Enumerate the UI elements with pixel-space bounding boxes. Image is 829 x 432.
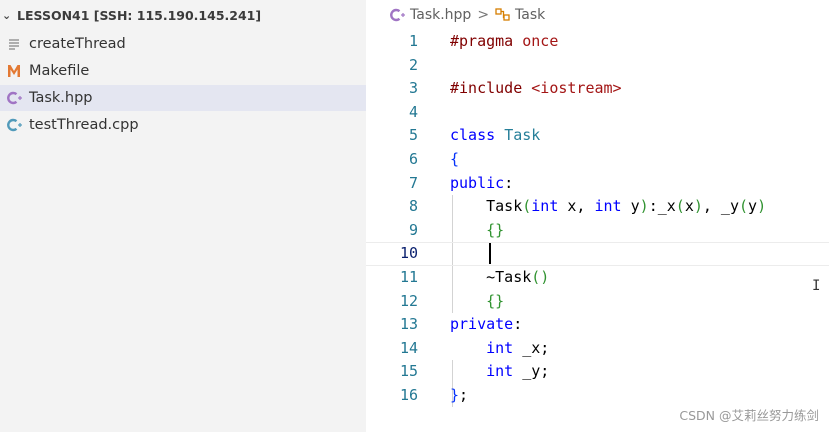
code-line[interactable]: 8 Task(int x, int y):_x(x), _y(y) — [366, 195, 829, 219]
line-number: 10 — [399, 244, 418, 263]
line-number: 3 — [408, 79, 418, 98]
code-text: private: — [450, 315, 523, 334]
chevron-down-icon: ⌄ — [2, 8, 12, 22]
cpp-header-icon — [6, 90, 22, 106]
breadcrumb-file[interactable]: Task.hpp — [410, 7, 471, 23]
line-number: 9 — [408, 220, 418, 239]
line-number: 16 — [399, 386, 418, 404]
code-text: ~Task() — [450, 268, 550, 286]
line-number: 15 — [399, 362, 418, 381]
file-name: Makefile — [29, 63, 90, 79]
code-line[interactable]: 15 int _y; — [366, 360, 829, 384]
line-number: 13 — [399, 315, 418, 334]
makefile-icon — [6, 63, 22, 79]
cpp-file-icon — [6, 117, 22, 133]
line-number: 11 — [399, 268, 418, 286]
file-item-testthread-cpp[interactable]: testThread.cpp — [0, 112, 366, 138]
class-symbol-icon — [495, 8, 511, 22]
file-item-createthread[interactable]: createThread — [0, 31, 366, 57]
breadcrumb-separator: > — [477, 7, 490, 23]
code-text: int _x; — [486, 338, 550, 357]
code-line[interactable]: 14 int _x; — [366, 337, 829, 361]
cpp-header-icon — [390, 8, 405, 22]
code-text: #include <iostream> — [450, 79, 622, 98]
code-line[interactable]: 9 {} — [366, 219, 829, 243]
code-line[interactable]: 4 — [366, 101, 829, 125]
code-text: int _y; — [486, 362, 550, 381]
code-line[interactable]: 7 public: — [366, 172, 829, 196]
watermark: CSDN @艾莉丝努力练剑 — [679, 408, 819, 423]
code-line[interactable]: 5 class Task — [366, 124, 829, 148]
code-line[interactable]: 1 #pragma once — [366, 30, 829, 54]
file-item-task-hpp[interactable]: Task.hpp — [0, 85, 366, 111]
line-number: 6 — [408, 150, 418, 168]
breadcrumb: Task.hpp > Task — [366, 4, 829, 26]
line-number: 8 — [408, 197, 418, 216]
ibeam-cursor: I — [812, 278, 821, 294]
breadcrumb-symbol[interactable]: Task — [515, 7, 545, 23]
code-text: #pragma once — [450, 32, 559, 50]
code-text: }; — [450, 386, 469, 404]
code-line[interactable]: 12 {} — [366, 290, 829, 314]
code-line[interactable]: 11 ~Task() — [366, 266, 829, 290]
line-number: 4 — [408, 102, 418, 121]
code-text: Task(int x, int y):_x(x), _y(y) — [450, 197, 767, 216]
file-name: testThread.cpp — [29, 117, 139, 133]
code-line[interactable]: 6 { — [366, 148, 829, 172]
code-text: {} — [486, 291, 505, 310]
code-editor[interactable]: Task.hpp > Task 1 #pragma once 2 3 #incl… — [366, 0, 829, 432]
code-line-current[interactable]: 10 — [366, 242, 829, 266]
line-number: 12 — [399, 291, 418, 310]
code-text: { — [450, 150, 460, 168]
explorer-panel: ⌄ LESSON41 [SSH: 115.190.145.241] create… — [0, 0, 366, 432]
folder-header[interactable]: ⌄ LESSON41 [SSH: 115.190.145.241] — [0, 4, 366, 26]
line-number: 14 — [399, 338, 418, 357]
code-line[interactable]: 3 #include <iostream> — [366, 77, 829, 101]
line-number: 1 — [408, 32, 418, 50]
code-line[interactable]: 2 — [366, 54, 829, 78]
code-line[interactable]: 13 private: — [366, 313, 829, 337]
line-number: 7 — [408, 173, 418, 192]
line-number: 5 — [408, 126, 418, 145]
code-text: class Task — [450, 126, 541, 145]
folder-title: LESSON41 [SSH: 115.190.145.241] — [17, 7, 262, 23]
text-file-icon — [6, 36, 22, 52]
code-text: public: — [450, 173, 514, 192]
line-number: 2 — [408, 55, 418, 74]
file-item-makefile[interactable]: Makefile — [0, 58, 366, 84]
text-cursor — [489, 243, 491, 264]
code-text: {} — [486, 220, 505, 239]
file-name: createThread — [29, 36, 126, 52]
file-name: Task.hpp — [29, 90, 93, 106]
